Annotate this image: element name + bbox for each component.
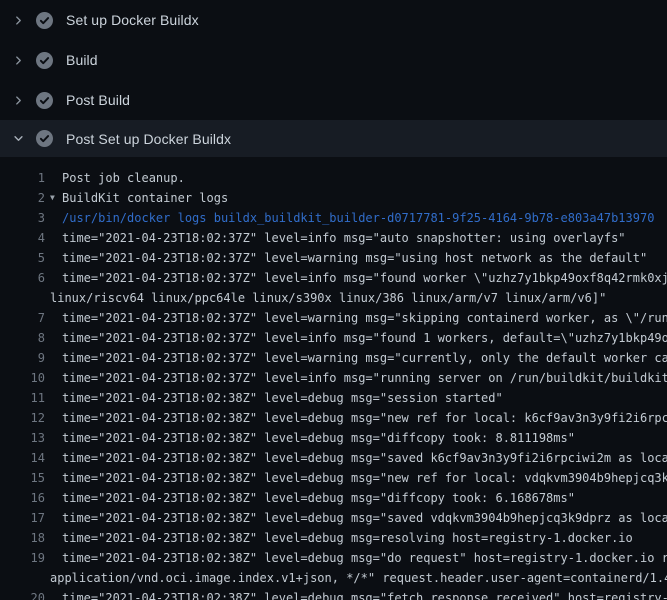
log-row: 1 Post job cleanup. [0, 168, 667, 188]
step-set-up-docker-buildx[interactable]: Set up Docker Buildx [0, 0, 667, 40]
step-label: Post Set up Docker Buildx [66, 131, 231, 147]
log-text: time="2021-04-23T18:02:38Z" level=debug … [62, 548, 667, 568]
log-row: 7 time="2021-04-23T18:02:37Z" level=warn… [0, 308, 667, 328]
step-label: Set up Docker Buildx [66, 12, 199, 28]
line-number[interactable]: 13 [0, 428, 45, 448]
step-success-check-icon [36, 92, 53, 109]
log-text: time="2021-04-23T18:02:38Z" level=debug … [62, 408, 667, 428]
step-build[interactable]: Build [0, 40, 667, 80]
log-text: time="2021-04-23T18:02:38Z" level=debug … [62, 448, 667, 468]
line-number[interactable]: 9 [0, 348, 45, 368]
log-row: 13 time="2021-04-23T18:02:38Z" level=deb… [0, 428, 667, 448]
log-row: 12 time="2021-04-23T18:02:38Z" level=deb… [0, 408, 667, 428]
line-number[interactable]: 15 [0, 468, 45, 488]
log-text: Post job cleanup. [62, 168, 185, 188]
line-number[interactable]: 19 [0, 548, 45, 568]
line-number[interactable]: 2 [0, 188, 45, 208]
step-success-check-icon [36, 52, 53, 69]
log-text: time="2021-04-23T18:02:38Z" level=debug … [62, 388, 503, 408]
chevron-down-icon [13, 133, 24, 144]
chevron-right-icon [13, 95, 24, 106]
line-number[interactable]: 1 [0, 168, 45, 188]
log-row: 20 time="2021-04-23T18:02:38Z" level=deb… [0, 588, 667, 600]
log-text: time="2021-04-23T18:02:38Z" level=debug … [62, 468, 667, 488]
log-text: time="2021-04-23T18:02:38Z" level=debug … [62, 528, 633, 548]
log-row: 9 time="2021-04-23T18:02:37Z" level=warn… [0, 348, 667, 368]
chevron-right-icon [13, 15, 24, 26]
log-area: 1 Post job cleanup. 2 ▼ BuildKit contain… [0, 157, 667, 600]
log-row: 14 time="2021-04-23T18:02:38Z" level=deb… [0, 448, 667, 468]
steps-list: Set up Docker Buildx Build Post Build [0, 0, 667, 157]
line-number[interactable]: 4 [0, 228, 45, 248]
log-text: time="2021-04-23T18:02:37Z" level=warnin… [62, 348, 667, 368]
log-row: 16 time="2021-04-23T18:02:38Z" level=deb… [0, 488, 667, 508]
log-row: 18 time="2021-04-23T18:02:38Z" level=deb… [0, 528, 667, 548]
log-text: time="2021-04-23T18:02:38Z" level=debug … [62, 488, 575, 508]
log-text: time="2021-04-23T18:02:37Z" level=warnin… [62, 248, 647, 268]
step-label: Build [66, 52, 98, 68]
line-number[interactable]: 11 [0, 388, 45, 408]
line-number[interactable]: 5 [0, 248, 45, 268]
line-number[interactable]: 20 [0, 588, 45, 600]
log-row: linux/riscv64 linux/ppc64le linux/s390x … [0, 288, 667, 308]
log-rows: 1 Post job cleanup. 2 ▼ BuildKit contain… [0, 168, 667, 600]
log-text: time="2021-04-23T18:02:37Z" level=info m… [62, 228, 626, 248]
log-row: 8 time="2021-04-23T18:02:37Z" level=info… [0, 328, 667, 348]
log-row: 11 time="2021-04-23T18:02:38Z" level=deb… [0, 388, 667, 408]
actions-log-viewer: Set up Docker Buildx Build Post Build [0, 0, 667, 600]
log-row: 6 time="2021-04-23T18:02:37Z" level=info… [0, 268, 667, 288]
line-number[interactable]: 3 [0, 208, 45, 228]
step-label: Post Build [66, 92, 130, 108]
log-text: time="2021-04-23T18:02:38Z" level=debug … [62, 428, 575, 448]
log-text: time="2021-04-23T18:02:38Z" level=debug … [62, 508, 667, 528]
log-text: time="2021-04-23T18:02:37Z" level=info m… [62, 328, 667, 348]
log-group-caret-icon[interactable]: ▼ [50, 188, 62, 208]
line-number[interactable]: 17 [0, 508, 45, 528]
log-text: time="2021-04-23T18:02:38Z" level=debug … [62, 588, 667, 600]
step-post-build[interactable]: Post Build [0, 80, 667, 120]
line-number[interactable]: 14 [0, 448, 45, 468]
log-text: time="2021-04-23T18:02:37Z" level=warnin… [62, 308, 667, 328]
log-text: time="2021-04-23T18:02:37Z" level=info m… [62, 268, 667, 288]
log-row: 10 time="2021-04-23T18:02:37Z" level=inf… [0, 368, 667, 388]
log-text: application/vnd.oci.image.index.v1+json,… [50, 568, 667, 588]
step-success-check-icon [36, 130, 53, 147]
log-text: linux/riscv64 linux/ppc64le linux/s390x … [50, 288, 606, 308]
log-row: 17 time="2021-04-23T18:02:38Z" level=deb… [0, 508, 667, 528]
log-row: 4 time="2021-04-23T18:02:37Z" level=info… [0, 228, 667, 248]
log-text: time="2021-04-23T18:02:37Z" level=info m… [62, 368, 667, 388]
log-text[interactable]: BuildKit container logs [62, 188, 228, 208]
log-row: application/vnd.oci.image.index.v1+json,… [0, 568, 667, 588]
log-row: 19 time="2021-04-23T18:02:38Z" level=deb… [0, 548, 667, 568]
chevron-right-icon [13, 55, 24, 66]
line-number[interactable]: 8 [0, 328, 45, 348]
log-row: 3 /usr/bin/docker logs buildx_buildkit_b… [0, 208, 667, 228]
log-row: 15 time="2021-04-23T18:02:38Z" level=deb… [0, 468, 667, 488]
line-number[interactable]: 6 [0, 268, 45, 288]
step-success-check-icon [36, 12, 53, 29]
line-number[interactable]: 7 [0, 308, 45, 328]
step-post-set-up-docker-buildx[interactable]: Post Set up Docker Buildx [0, 120, 667, 157]
log-row: 2 ▼ BuildKit container logs [0, 188, 667, 208]
line-number[interactable]: 10 [0, 368, 45, 388]
line-number[interactable]: 16 [0, 488, 45, 508]
line-number[interactable]: 12 [0, 408, 45, 428]
line-number[interactable]: 18 [0, 528, 45, 548]
log-row: 5 time="2021-04-23T18:02:37Z" level=warn… [0, 248, 667, 268]
log-text: /usr/bin/docker logs buildx_buildkit_bui… [62, 208, 654, 228]
